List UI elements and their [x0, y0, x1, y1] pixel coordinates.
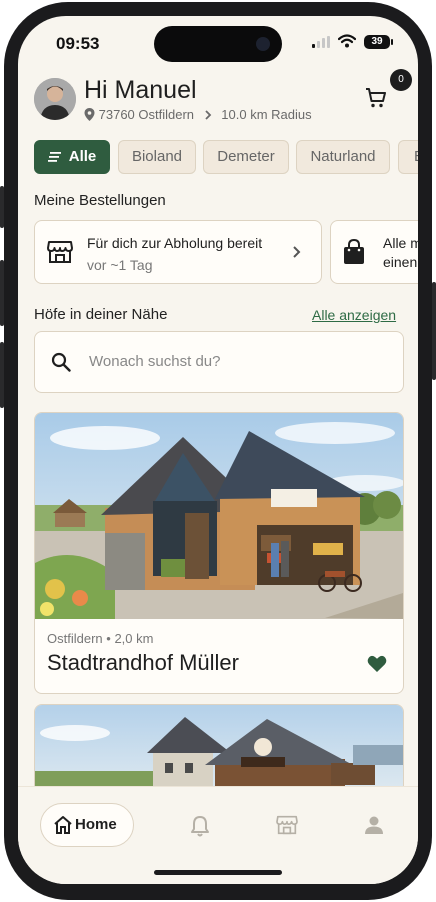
chip-naturland[interactable]: Naturland — [296, 140, 390, 174]
order-card-all[interactable]: Alle m einen — [330, 220, 418, 284]
farm-name: Stadtrandhof Müller — [47, 650, 239, 675]
store-icon — [47, 241, 73, 263]
side-button-volume-down — [0, 342, 4, 408]
store-icon[interactable] — [276, 815, 298, 835]
wifi-icon — [338, 34, 356, 48]
chevron-right-icon — [205, 110, 211, 120]
filter-chips: Alle Bioland Demeter Naturland B — [32, 140, 418, 174]
farm-distance: 2,0 km — [114, 631, 154, 646]
greeting: Hi Manuel — [84, 76, 197, 104]
bell-icon[interactable] — [190, 815, 210, 837]
status-time: 09:53 — [56, 34, 100, 53]
cart-icon[interactable] — [364, 86, 388, 110]
see-all-link[interactable]: Alle anzeigen — [312, 307, 396, 323]
search-placeholder: Wonach suchst du? — [89, 353, 221, 370]
battery-indicator: 39 — [364, 35, 393, 49]
nav-home-label: Home — [75, 816, 117, 833]
chip-bioland[interactable]: Bioland — [118, 140, 196, 174]
order-card-title: Für dich zur Abholung bereit — [87, 235, 263, 251]
chip-all[interactable]: Alle — [34, 140, 110, 174]
user-photo — [34, 78, 76, 120]
farm-location: Ostfildern — [47, 631, 103, 646]
farm-image — [35, 413, 403, 619]
farm-meta: Ostfildern • 2,0 km — [47, 631, 153, 646]
location-row[interactable]: 73760 Ostfildern 10.0 km Radius — [84, 107, 312, 122]
heart-icon[interactable] — [367, 655, 387, 673]
location-text: 73760 Ostfildern — [98, 107, 195, 122]
app-screen: 09:53 39 Hi Manuel 73760 Ostfildern 10.0… — [18, 16, 418, 884]
order-card-pickup[interactable]: Für dich zur Abholung bereit vor ~1 Tag — [34, 220, 322, 284]
farm-card[interactable]: Ostfildern • 2,0 km Stadtrandhof Müller — [34, 412, 404, 694]
signal-icon — [312, 36, 330, 48]
avatar[interactable] — [34, 78, 76, 120]
chip-demeter[interactable]: Demeter — [203, 140, 289, 174]
side-button-mute — [0, 186, 4, 228]
side-button-volume-up — [0, 260, 4, 326]
person-icon[interactable] — [364, 815, 384, 835]
dynamic-island — [154, 26, 282, 62]
orders-title: Meine Bestellungen — [34, 192, 166, 209]
chip-more[interactable]: B — [398, 140, 418, 174]
side-button-power — [432, 282, 436, 380]
nav-home[interactable]: Home — [40, 803, 134, 847]
farms-title: Höfe in deiner Nähe — [34, 306, 168, 323]
location-pin-icon — [84, 108, 95, 121]
cart-count-badge: 0 — [390, 69, 412, 91]
shopping-bag-icon — [344, 239, 364, 264]
chevron-right-icon — [293, 246, 301, 258]
status-bar: 09:53 39 — [18, 16, 418, 68]
filter-lines-icon — [47, 152, 61, 162]
search-icon — [51, 352, 71, 372]
app-header: Hi Manuel 73760 Ostfildern 10.0 km Radiu… — [32, 69, 412, 126]
order-card-title: Alle m — [383, 235, 418, 251]
search-field[interactable]: Wonach suchst du? — [34, 331, 404, 393]
order-card-subtitle: vor ~1 Tag — [87, 257, 153, 273]
home-icon — [54, 816, 72, 834]
radius-text: 10.0 km Radius — [221, 107, 312, 122]
home-indicator — [154, 870, 282, 875]
chip-label: Alle — [68, 148, 97, 165]
order-card-subtitle: einen — [383, 254, 418, 270]
